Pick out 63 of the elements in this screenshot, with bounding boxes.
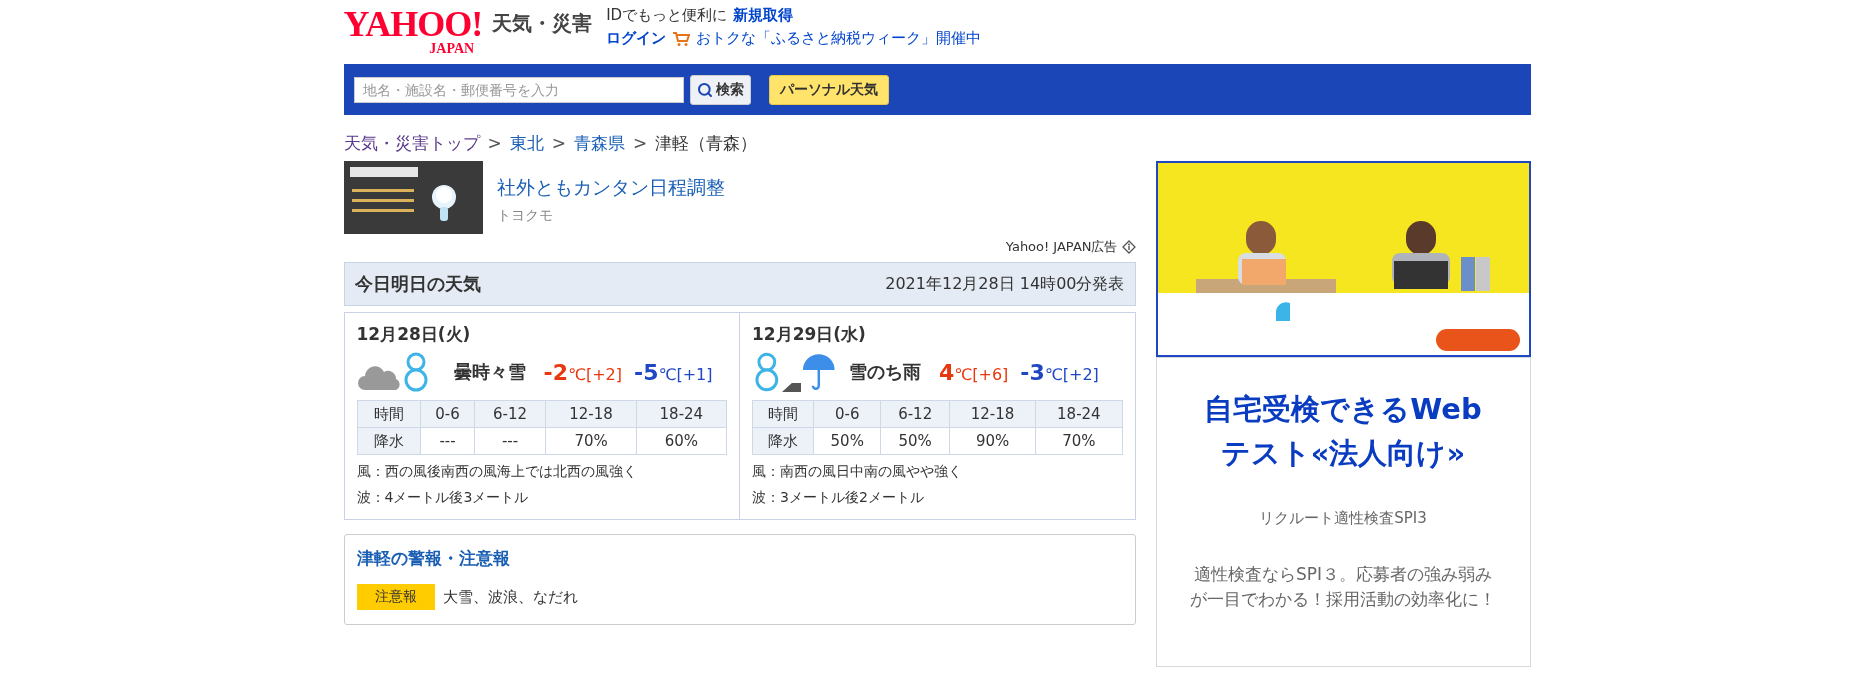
forecast-date: 12月29日(水) xyxy=(752,323,867,346)
forecast-title: 今日明日の天気 xyxy=(354,272,481,296)
table-header: 0-6 xyxy=(420,400,475,428)
table-header: 6-12 xyxy=(474,400,546,428)
weather-label: 雪のち雨 xyxy=(849,360,921,384)
arrow-icon xyxy=(781,382,802,392)
breadcrumb-link[interactable]: 天気・災害トップ xyxy=(343,131,480,155)
ad-title[interactable]: 社外ともカンタン日程調整 xyxy=(496,175,725,201)
ad-advertiser: トヨクモ xyxy=(496,207,554,225)
service-title: 天気・災害 xyxy=(492,10,593,37)
logo[interactable]: YAHOO! JAPAN xyxy=(343,6,483,56)
table-cell: 降水 xyxy=(752,427,814,455)
table-header: 18-24 xyxy=(1035,400,1122,428)
table-header: 18-24 xyxy=(636,400,727,428)
wave-info: 波：4メートル後3メートル xyxy=(356,489,530,507)
table-cell: 50% xyxy=(880,427,950,455)
cart-icon xyxy=(672,30,691,47)
table-header: 12-18 xyxy=(545,400,637,428)
search-icon xyxy=(696,81,713,98)
breadcrumb-separator: > xyxy=(551,133,566,153)
search-field[interactable]: 地名・施設名・郵便番号を入力 xyxy=(353,76,684,103)
table-cell: 60% xyxy=(636,427,727,455)
ad-source: リクルート適性検査SPI3 xyxy=(1258,509,1428,528)
high-temperature: -2℃[+2] xyxy=(543,359,622,385)
wind-info: 風：南西の風日中南の風やや強く xyxy=(752,463,963,481)
issued-time: 2021年12月28日 14時00分発表 xyxy=(885,273,1125,295)
high-temperature: 4℃[+6] xyxy=(939,359,1009,385)
table-cell: 70% xyxy=(1035,427,1122,455)
promo-link[interactable]: おトクな「ふるさと納税ウィーク」開催中 xyxy=(696,29,982,48)
signup-link[interactable]: 新規取得 xyxy=(733,6,794,25)
warning-title[interactable]: 津軽の警報・注意報 xyxy=(356,547,1123,570)
wave-info: 波：3メートル後2メートル xyxy=(752,489,925,507)
breadcrumb-link[interactable]: 東北 xyxy=(509,131,544,155)
low-temperature: -3℃[+2] xyxy=(1020,359,1099,385)
wind-info: 風：西の風後南西の風海上では北西の風強く xyxy=(356,463,638,481)
table-header: 時間 xyxy=(357,400,421,428)
breadcrumb-separator: > xyxy=(487,133,502,153)
weather-label: 曇時々雪 xyxy=(453,360,526,384)
umbrella-icon xyxy=(801,352,837,392)
login-link[interactable]: ログイン xyxy=(606,29,667,48)
search-button[interactable]: 検索 xyxy=(689,74,751,105)
id-prompt: IDでもっと便利に xyxy=(606,6,728,25)
warning-level: 注意報 xyxy=(356,584,435,610)
ad-description: 適性検査ならSPI３。応募者の強み弱みが一目でわかる！採用活動の効率化に！ xyxy=(1189,563,1497,611)
table-cell: 50% xyxy=(813,427,881,455)
breadcrumb-link[interactable]: 青森県 xyxy=(574,131,625,155)
table-cell: 70% xyxy=(545,427,637,455)
forecast-date: 12月28日(火) xyxy=(356,323,472,346)
ad-headline[interactable]: 自宅受検できるWebテスト«法人向け» xyxy=(1170,388,1516,475)
info-icon[interactable] xyxy=(1121,240,1136,254)
table-cell: 90% xyxy=(949,427,1036,455)
breadcrumb-separator: > xyxy=(633,133,648,153)
table-header: 12-18 xyxy=(949,400,1036,428)
table-header: 0-6 xyxy=(813,400,881,428)
current-location: 津軽（青森） xyxy=(655,131,758,155)
table-cell: 降水 xyxy=(357,427,421,455)
low-temperature: -5℃[+1] xyxy=(634,359,713,385)
table-header: 6-12 xyxy=(880,400,950,428)
table-cell: --- xyxy=(474,427,546,455)
warning-text: 大雪、波浪、なだれ xyxy=(442,587,578,607)
ad-label: Yahoo! JAPAN広告 xyxy=(1005,238,1118,256)
personal-weather-button[interactable]: パーソナル天気 xyxy=(768,74,889,105)
table-header: 時間 xyxy=(752,400,814,428)
